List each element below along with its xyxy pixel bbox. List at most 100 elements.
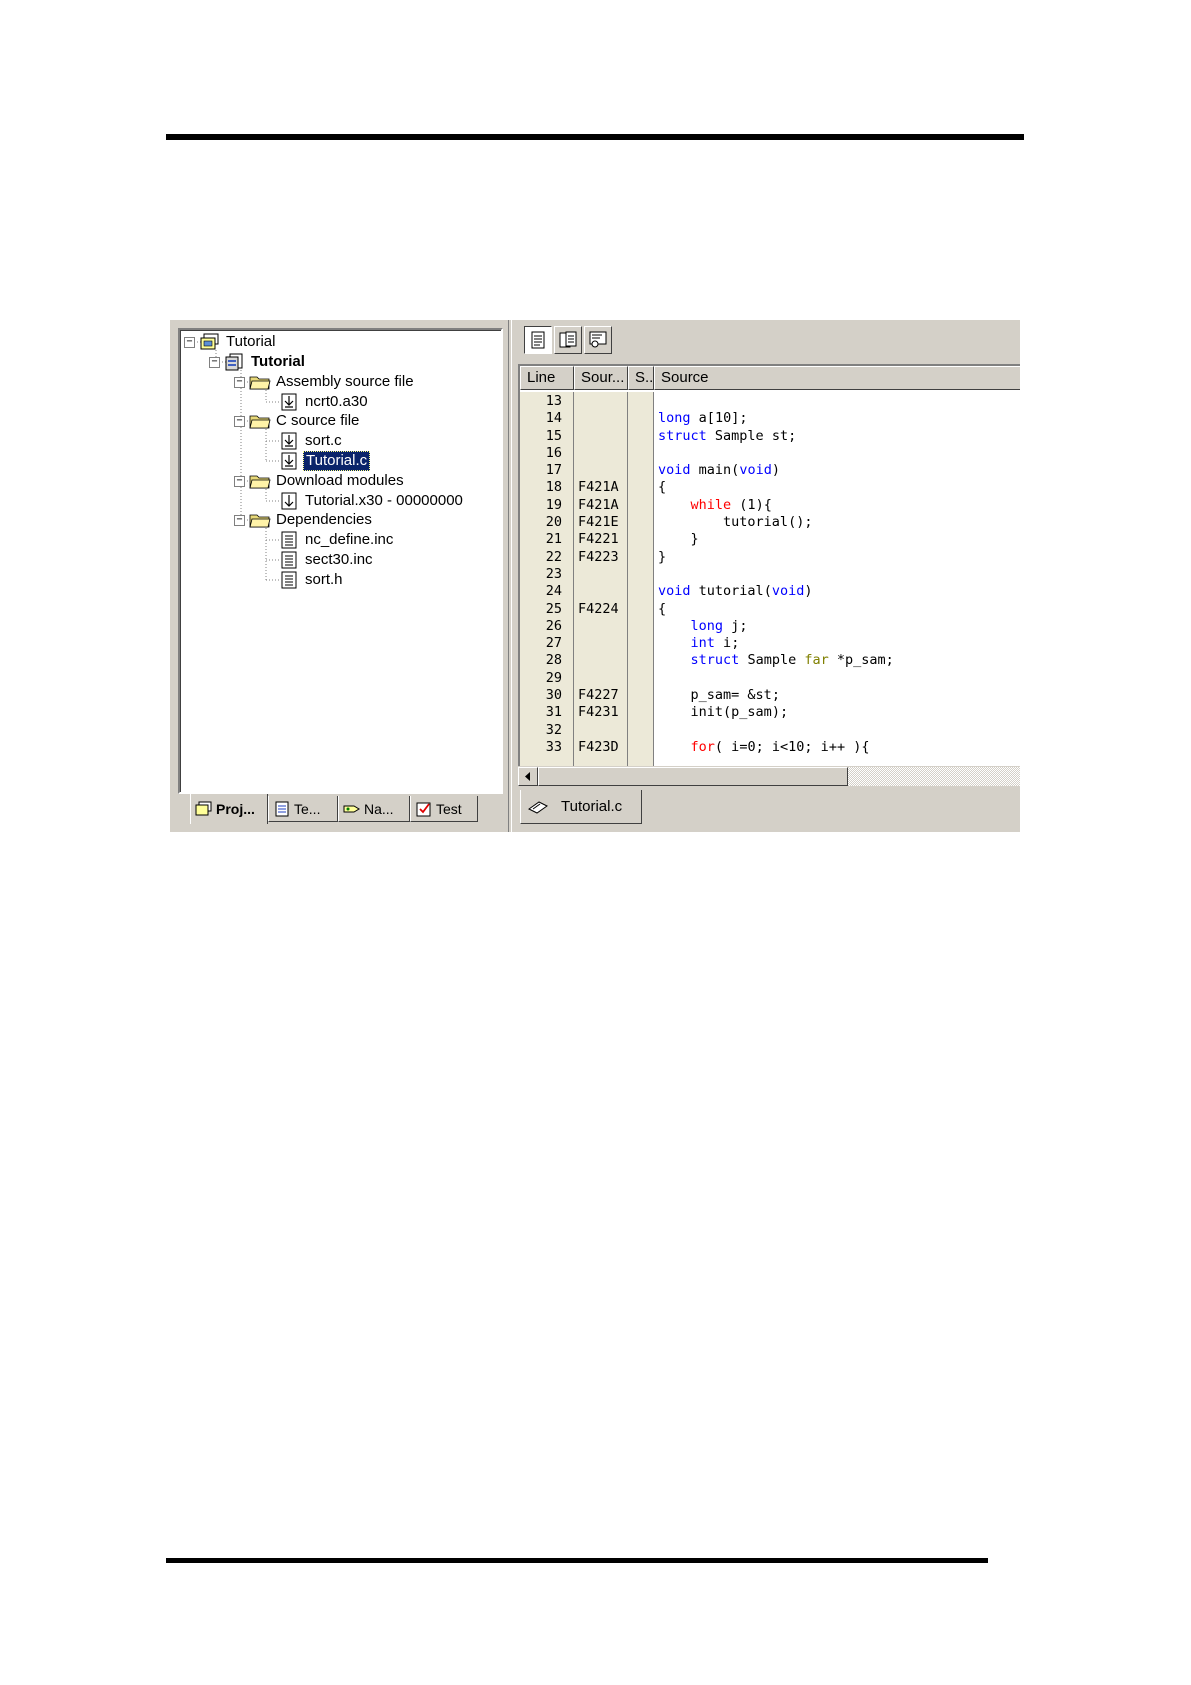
folder-label: Dependencies (276, 511, 372, 528)
code-line[interactable]: 21 F4221 } (520, 531, 1020, 548)
tree-file-sect30[interactable]: sect30.inc (278, 550, 375, 570)
code-line[interactable]: 15 struct Sample st; (520, 428, 1020, 445)
file-label: ncrt0.a30 (305, 393, 368, 410)
line-number: 22 (545, 548, 562, 565)
source-file-icon (281, 393, 297, 411)
code-line[interactable]: 33 F423D for( i=0; i<10; i++ ){ (520, 739, 1020, 756)
tab-projects[interactable]: Proj... (190, 794, 268, 824)
tree-project-node[interactable]: − Tutorial (209, 352, 307, 372)
code-line[interactable]: 17 void main(void) (520, 462, 1020, 479)
tree-workspace-node[interactable]: − Tutorial (184, 332, 277, 352)
code-line[interactable]: 18 F421A { (520, 479, 1020, 496)
collapse-toggle-icon[interactable]: − (184, 336, 195, 348)
horizontal-scrollbar[interactable] (518, 766, 1020, 786)
line-number: 27 (545, 635, 562, 652)
tree-folder-download[interactable]: − Download modules (234, 471, 406, 491)
collapse-toggle-icon[interactable]: − (209, 356, 220, 368)
tab-test[interactable]: Test (410, 796, 478, 822)
code-line[interactable]: 30 F4227 p_sam= &st; (520, 687, 1020, 704)
tree-folder-c-source[interactable]: − C source file (234, 411, 361, 431)
source-editor[interactable]: Line Sour... S... Source 1314 long a[10];… (518, 364, 1020, 784)
project-label: Tutorial (251, 353, 305, 370)
editor-column-header: Line Sour... S... Source (520, 366, 1020, 390)
tree-file-download-module[interactable]: Tutorial.x30 - 00000000 (278, 491, 465, 511)
code-line[interactable]: 27 int i; (520, 635, 1020, 652)
code-line[interactable]: 20 F421E tutorial(); (520, 514, 1020, 531)
source-code: while (1){ (690, 496, 772, 513)
line-number: 32 (545, 721, 562, 738)
column-header-s[interactable]: S... (628, 366, 654, 390)
panel-splitter[interactable] (508, 320, 512, 832)
code-line[interactable]: 14 long a[10]; (520, 410, 1020, 427)
tree-folder-dependencies[interactable]: − Dependencies (234, 510, 374, 530)
project-icon (225, 353, 243, 371)
folder-open-icon (249, 376, 271, 390)
line-number: 28 (545, 652, 562, 669)
source-address: F4221 (578, 531, 619, 548)
collapse-toggle-icon[interactable]: − (234, 415, 245, 427)
tab-label: Na... (364, 800, 394, 817)
code-line[interactable]: 24 void tutorial(void) (520, 583, 1020, 600)
file-label: Tutorial.x30 - 00000000 (305, 492, 463, 509)
tree-file-ncrt0[interactable]: ncrt0.a30 (278, 392, 370, 412)
line-number: 18 (545, 479, 562, 496)
code-line[interactable]: 22 F4223} (520, 549, 1020, 566)
code-line[interactable]: 28 struct Sample far *p_sam; (520, 652, 1020, 669)
collapse-toggle-icon[interactable]: − (234, 514, 245, 526)
column-header-line[interactable]: Line (520, 366, 574, 390)
file-label: sort.c (305, 432, 342, 449)
source-mode-button[interactable] (524, 326, 552, 354)
source-code: int i; (690, 635, 740, 652)
code-line[interactable]: 32 (520, 722, 1020, 739)
tab-label: Proj... (216, 801, 255, 817)
column-header-source-address[interactable]: Sour... (574, 366, 628, 390)
column-header-source[interactable]: Source (654, 366, 1020, 390)
collapse-toggle-icon[interactable]: − (234, 376, 245, 388)
code-line[interactable]: 29 (520, 670, 1020, 687)
ide-screenshot: − Tutorial − Tutorial − Assembly source … (170, 320, 1020, 832)
disassembly-view-icon (589, 331, 607, 348)
workspace-label: Tutorial (226, 333, 276, 350)
source-code: void main(void) (658, 462, 780, 479)
source-code: for( i=0; i<10; i++ ){ (690, 738, 870, 755)
folder-open-icon (249, 475, 271, 489)
tree-file-sort-h[interactable]: sort.h (278, 570, 345, 590)
code-line[interactable]: 23 (520, 566, 1020, 583)
source-file-icon (281, 452, 297, 470)
workspace-tabs: Proj... Te... Na... Test (178, 794, 503, 824)
code-line[interactable]: 31 F4231 init(p_sam); (520, 704, 1020, 721)
tab-tutorial-c[interactable]: Tutorial.c (520, 790, 642, 824)
code-line[interactable]: 13 (520, 393, 1020, 410)
source-code: p_sam= &st; (690, 687, 780, 704)
tree-file-sort-c[interactable]: sort.c (278, 431, 344, 451)
tab-label: Test (436, 800, 462, 817)
line-number: 25 (545, 600, 562, 617)
source-address: F421A (578, 479, 619, 496)
scroll-thumb[interactable] (538, 767, 848, 786)
source-code: void tutorial(void) (658, 583, 813, 600)
line-number: 23 (545, 565, 562, 582)
line-number: 30 (545, 687, 562, 704)
tree-folder-assembly[interactable]: − Assembly source file (234, 372, 416, 392)
source-view-icon (531, 331, 545, 349)
scroll-left-button[interactable] (518, 767, 538, 786)
tree-file-tutorial-c[interactable]: Tutorial.c (278, 451, 371, 471)
folder-label: C source file (276, 412, 360, 429)
code-line[interactable]: 25 F4224 { (520, 601, 1020, 618)
tab-templates[interactable]: Te... (268, 796, 338, 822)
project-tree[interactable]: − Tutorial − Tutorial − Assembly source … (178, 328, 503, 794)
page-bottom-rule (166, 1558, 988, 1563)
tree-file-nc-define[interactable]: nc_define.inc (278, 530, 395, 550)
line-number: 21 (545, 531, 562, 548)
code-line[interactable]: 26 long j; (520, 618, 1020, 635)
code-line[interactable]: 19 F421A while (1){ (520, 497, 1020, 514)
tab-navigation[interactable]: Na... (338, 796, 410, 822)
disassembly-mode-button[interactable] (584, 326, 612, 354)
code-line[interactable]: 16 (520, 445, 1020, 462)
tab-label: Te... (294, 800, 321, 817)
collapse-toggle-icon[interactable]: − (234, 475, 245, 487)
line-number: 13 (545, 393, 562, 409)
mixed-mode-button[interactable] (554, 326, 582, 354)
navigation-tab-icon (343, 805, 360, 812)
document-tabs: Tutorial.c (516, 790, 1020, 826)
